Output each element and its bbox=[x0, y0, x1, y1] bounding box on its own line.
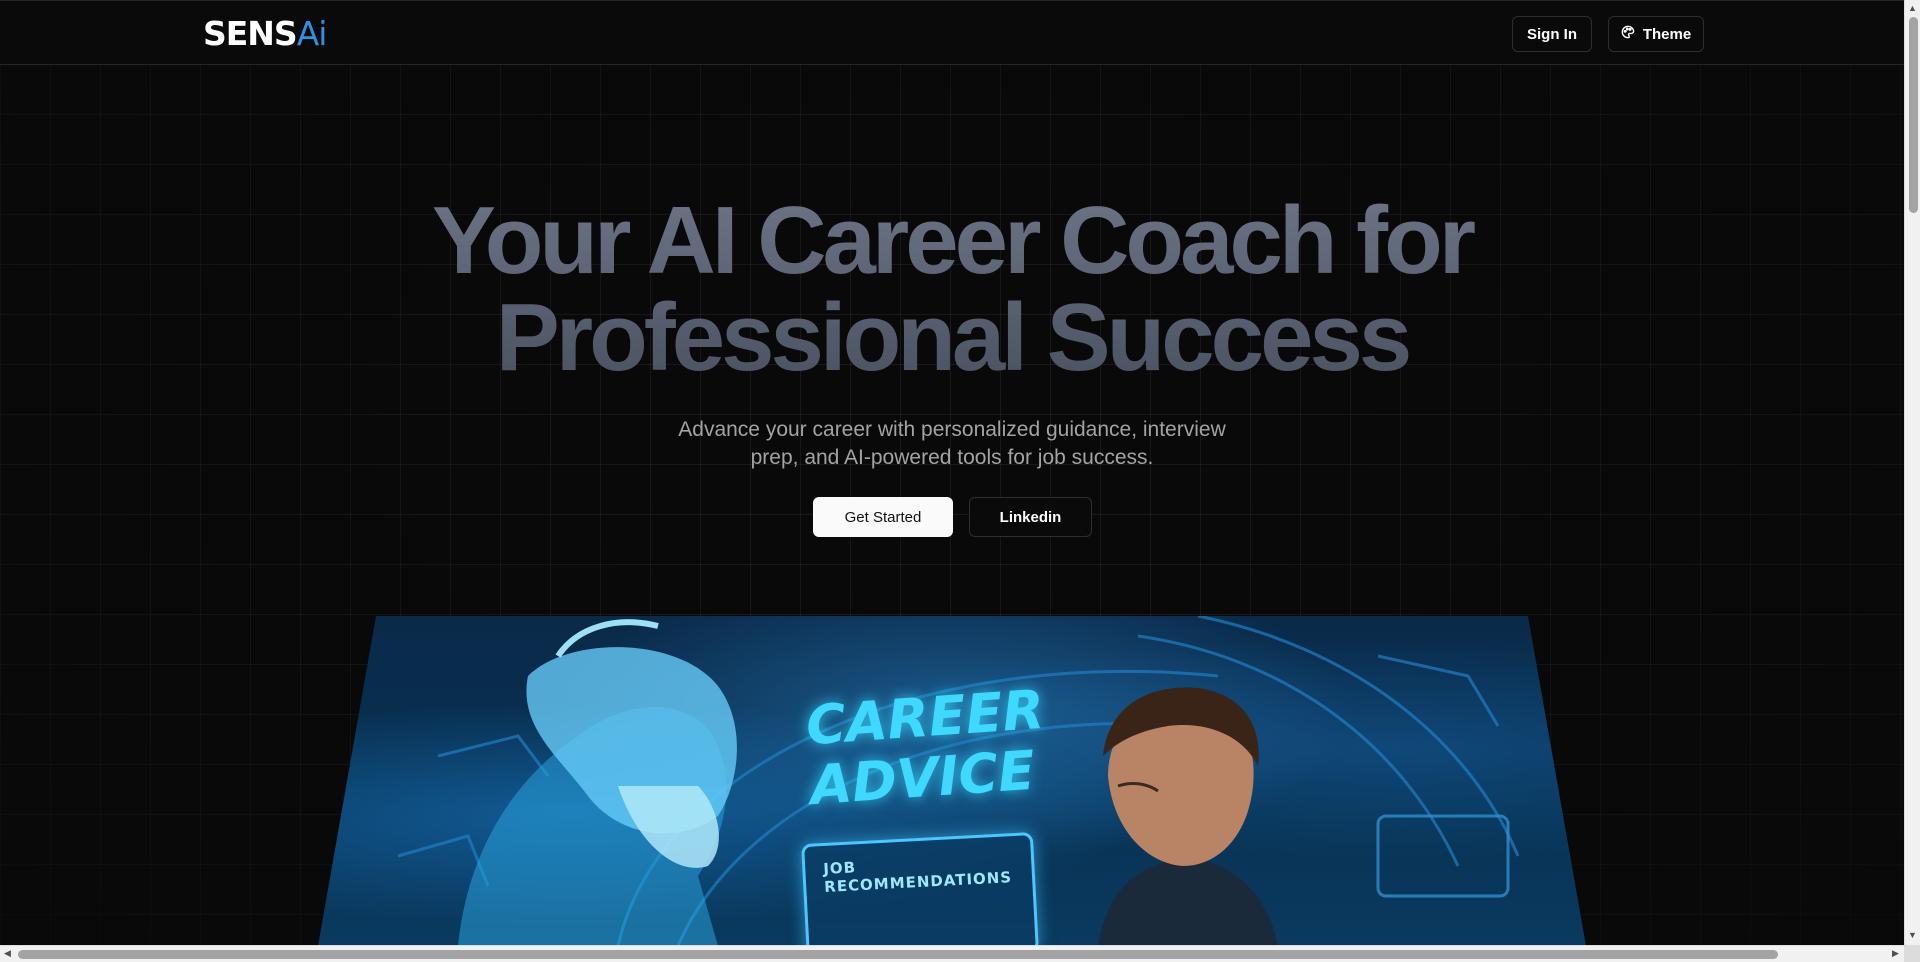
career-advice-headline: CAREER ADVICE bbox=[803, 677, 1047, 818]
scroll-up-arrow-icon[interactable]: ▲ bbox=[1908, 3, 1917, 13]
theme-button[interactable]: Theme bbox=[1608, 16, 1704, 52]
hero-title: Your AI Career Coach for Professional Su… bbox=[0, 192, 1904, 386]
palette-icon bbox=[1621, 25, 1635, 43]
hero-title-line-1: Your AI Career Coach for bbox=[431, 187, 1473, 294]
sage-figure bbox=[458, 619, 737, 945]
job-recommendations-label: JOB RECOMMENDATIONS bbox=[822, 858, 1013, 896]
hero-banner-image: CAREER ADVICE JOB RECOMMENDATIONS bbox=[318, 616, 1586, 945]
top-navbar: SENS Ai Sign In Theme bbox=[0, 0, 1904, 65]
hero-title-line-2: Professional Success bbox=[495, 284, 1409, 391]
sign-in-label: Sign In bbox=[1527, 25, 1577, 43]
get-started-button[interactable]: Get Started bbox=[813, 497, 953, 537]
horizontal-scrollbar[interactable]: ◀ ▶ bbox=[0, 945, 1904, 962]
scroll-right-arrow-icon[interactable]: ▶ bbox=[1892, 948, 1899, 959]
man-figure bbox=[1098, 687, 1278, 945]
vertical-scroll-thumb[interactable] bbox=[1909, 17, 1918, 213]
theme-label: Theme bbox=[1642, 25, 1692, 43]
brand-logo[interactable]: SENS Ai bbox=[203, 14, 327, 53]
scroll-down-arrow-icon[interactable]: ▼ bbox=[1908, 930, 1917, 940]
horizontal-scroll-thumb[interactable] bbox=[18, 950, 1778, 959]
vertical-scrollbar[interactable]: ▲ ▼ bbox=[1904, 0, 1920, 945]
job-recommendations-panel: JOB RECOMMENDATIONS bbox=[801, 832, 1039, 945]
hero-subtitle: Advance your career with personalized gu… bbox=[678, 418, 1226, 469]
page-viewport: SENS Ai Sign In Theme Your AI Career Coac… bbox=[0, 0, 1904, 945]
sign-in-button[interactable]: Sign In bbox=[1512, 16, 1592, 52]
linkedin-button[interactable]: Linkedin bbox=[969, 497, 1092, 537]
scroll-left-arrow-icon[interactable]: ◀ bbox=[4, 948, 11, 959]
